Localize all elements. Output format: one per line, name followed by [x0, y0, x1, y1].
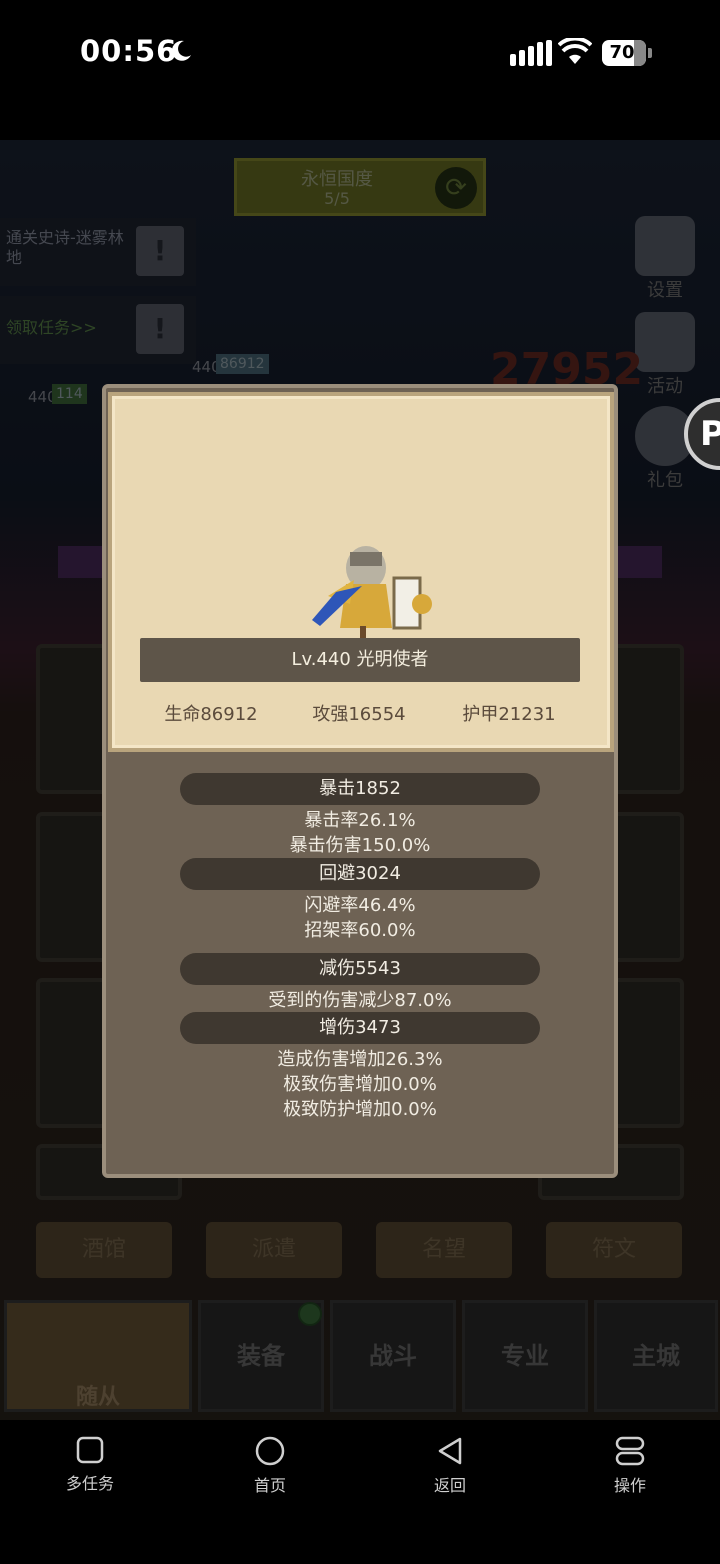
- system-navigation-bar: 多任务 首页 返回 操作: [0, 1420, 720, 1564]
- dodge-rate: 闪避率46.4%: [304, 895, 416, 916]
- damage-increase-title: 增伤3473: [319, 1017, 401, 1038]
- home-label: 首页: [253, 1476, 286, 1495]
- multitask-label: 多任务: [65, 1474, 114, 1493]
- crit-rate: 暴击率26.1%: [304, 810, 416, 831]
- damage-reduction-title: 减伤5543: [319, 958, 401, 979]
- hero-name: Lv.440 光明使者: [291, 649, 429, 670]
- stat-attack: 攻强16554: [312, 704, 406, 725]
- battery-level: 70: [609, 42, 635, 63]
- circle-icon: [255, 1436, 285, 1466]
- operation-label: 操作: [613, 1476, 646, 1495]
- ultimate-damage-increase: 极致伤害增加0.0%: [283, 1074, 437, 1095]
- multitask-button[interactable]: 多任务: [30, 1436, 150, 1494]
- operation-button[interactable]: 操作: [570, 1436, 690, 1496]
- toggle-icon: [615, 1436, 645, 1466]
- status-bar: 00:56 70: [0, 0, 720, 140]
- crit-title: 暴击1852: [319, 778, 401, 799]
- damage-taken-reduction: 受到的伤害减少87.0%: [268, 990, 452, 1011]
- damage-dealt-increase: 造成伤害增加26.3%: [277, 1049, 443, 1070]
- moon-icon: [171, 40, 191, 61]
- square-icon: [76, 1436, 104, 1464]
- hero-portrait-icon: [312, 546, 432, 640]
- back-triangle-icon: [438, 1437, 462, 1465]
- stat-hp: 生命86912: [164, 704, 258, 725]
- evasion-title: 回避3024: [319, 863, 401, 884]
- parry-rate: 招架率60.0%: [304, 920, 416, 941]
- wifi-icon: [558, 38, 592, 64]
- stat-armor: 护甲21231: [462, 704, 556, 725]
- home-button[interactable]: 首页: [210, 1436, 330, 1496]
- back-button[interactable]: 返回: [390, 1436, 510, 1496]
- battery-indicator: 70: [602, 40, 652, 66]
- crit-damage: 暴击伤害150.0%: [289, 835, 431, 856]
- clock: 00:56: [80, 34, 178, 68]
- ultimate-protection-increase: 极致防护增加0.0%: [283, 1099, 437, 1120]
- back-label: 返回: [433, 1476, 466, 1495]
- signal-icon: [510, 40, 552, 66]
